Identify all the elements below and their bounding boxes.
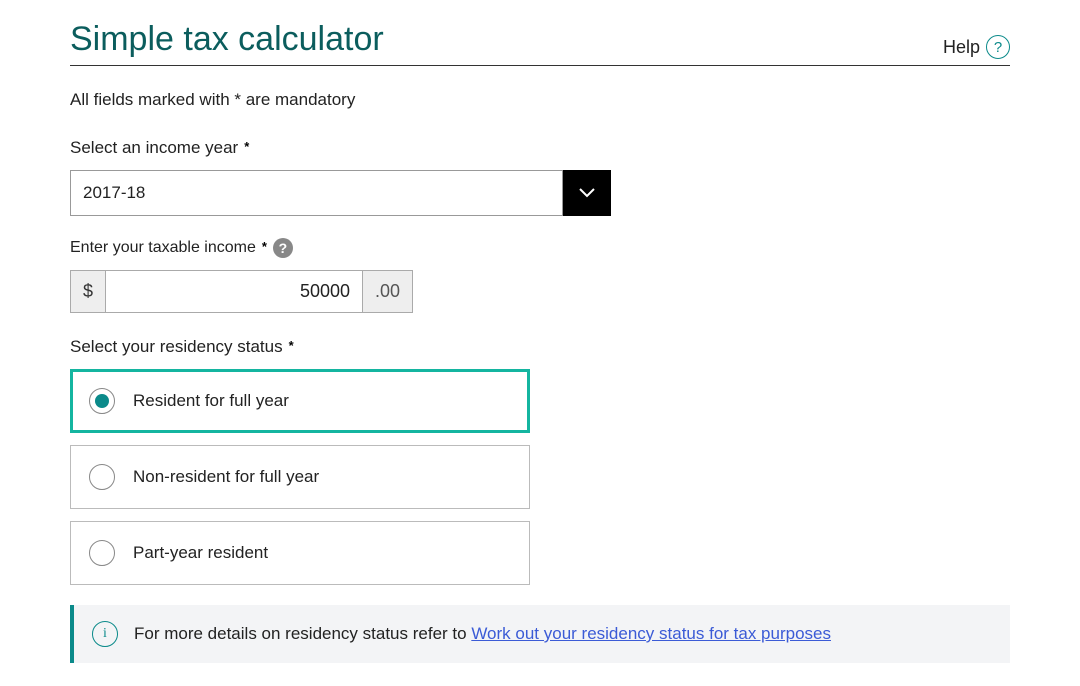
radio-label: Non-resident for full year (133, 467, 319, 487)
header-row: Simple tax calculator Help ? (70, 20, 1010, 66)
radio-circle-icon (89, 464, 115, 490)
chevron-down-icon[interactable] (563, 170, 611, 216)
page-title: Simple tax calculator (70, 20, 384, 59)
residency-radio-group: Resident for full year Non-resident for … (70, 369, 530, 585)
currency-prefix: $ (70, 270, 106, 313)
taxable-income-field: $ .00 (70, 270, 366, 313)
income-year-label-text: Select an income year (70, 138, 238, 158)
taxable-income-label-row: Enter your taxable income * ? (70, 238, 1010, 258)
radio-circle-icon (89, 388, 115, 414)
info-banner: i For more details on residency status r… (70, 605, 1010, 663)
radio-part-year-resident[interactable]: Part-year resident (70, 521, 530, 585)
help-label: Help (943, 37, 980, 58)
taxable-income-input[interactable] (106, 270, 363, 313)
radio-resident-full-year[interactable]: Resident for full year (70, 369, 530, 433)
radio-label: Part-year resident (133, 543, 268, 563)
required-asterisk: * (262, 239, 267, 254)
info-banner-text: For more details on residency status ref… (134, 624, 831, 644)
help-group[interactable]: Help ? (943, 35, 1010, 59)
required-asterisk: * (289, 338, 294, 353)
radio-label: Resident for full year (133, 391, 289, 411)
radio-circle-icon (89, 540, 115, 566)
residency-label: Select your residency status * (70, 337, 1010, 357)
residency-label-text: Select your residency status (70, 337, 283, 357)
banner-text-prefix: For more details on residency status ref… (134, 624, 471, 643)
income-year-label: Select an income year * (70, 138, 1010, 158)
help-icon[interactable]: ? (986, 35, 1010, 59)
mandatory-note: All fields marked with * are mandatory (70, 90, 1010, 110)
currency-suffix: .00 (363, 270, 413, 313)
income-year-select[interactable]: 2017-18 (70, 170, 611, 216)
residency-info-link[interactable]: Work out your residency status for tax p… (471, 624, 831, 643)
radio-non-resident-full-year[interactable]: Non-resident for full year (70, 445, 530, 509)
income-year-value[interactable]: 2017-18 (70, 170, 563, 216)
info-banner-icon: i (92, 621, 118, 647)
info-icon[interactable]: ? (273, 238, 293, 258)
radio-dot-icon (95, 394, 109, 408)
taxable-income-label-text: Enter your taxable income (70, 239, 256, 257)
required-asterisk: * (244, 139, 249, 154)
